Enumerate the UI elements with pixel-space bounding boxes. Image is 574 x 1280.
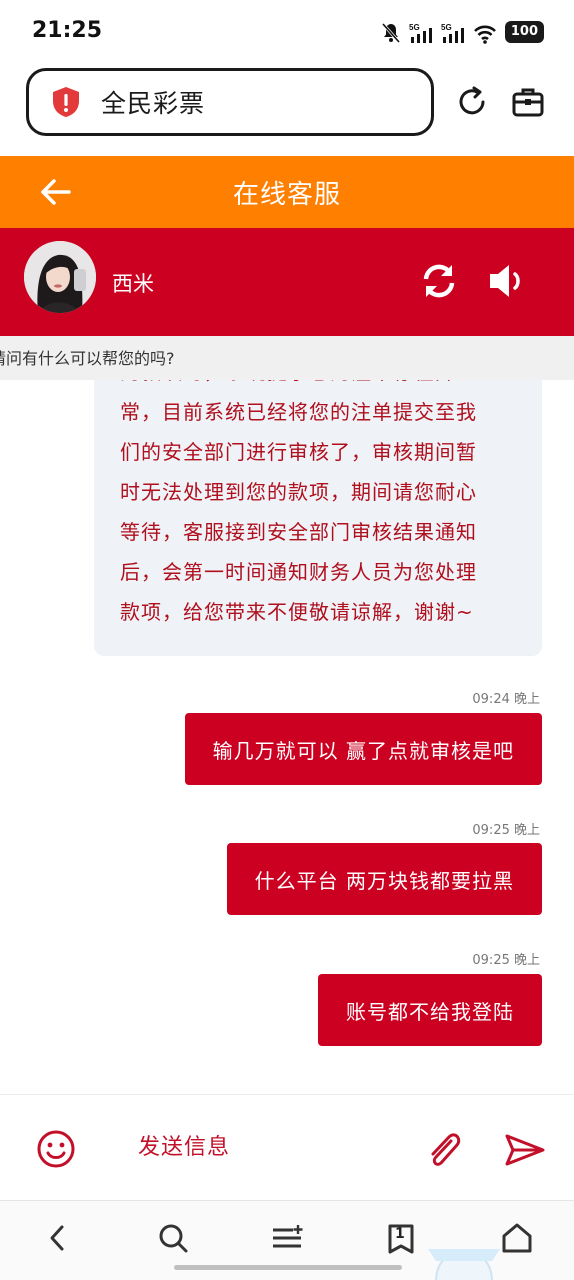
mute-bell-icon: [381, 20, 401, 44]
send-button[interactable]: [504, 1133, 546, 1167]
floating-assistant-icon[interactable]: [428, 1219, 500, 1280]
security-shield-icon[interactable]: [51, 85, 81, 119]
reload-button[interactable]: [454, 84, 490, 120]
sync-icon: [423, 264, 455, 298]
nav-menu-button[interactable]: [270, 1221, 304, 1255]
message-timestamp: 09:24 晚上: [472, 692, 540, 707]
toolbox-button[interactable]: [510, 84, 546, 120]
attach-button[interactable]: [424, 1127, 464, 1171]
message-input[interactable]: 发送信息: [138, 1129, 230, 1161]
status-time: 21:25: [32, 18, 103, 43]
browser-bottom-nav: 1: [0, 1200, 574, 1280]
notice-text: 请问有什么可以帮您的吗?: [0, 349, 175, 368]
agent-bar: 西米: [0, 228, 574, 336]
emoji-button[interactable]: [36, 1129, 76, 1169]
paperclip-icon: [431, 1133, 461, 1166]
nav-home-button[interactable]: [500, 1221, 534, 1255]
incoming-line: 等待，客服接到安全部门审核结果通知: [120, 520, 477, 544]
refresh-chat-button[interactable]: [420, 262, 458, 300]
incoming-line: 款项，给您带来不便敬请谅解，谢谢~: [120, 600, 474, 624]
signal-icon-2: 5G: [441, 20, 465, 44]
sound-toggle-button[interactable]: [488, 262, 528, 300]
nav-search-button[interactable]: [156, 1221, 190, 1255]
chat-area[interactable]: 的款项时，系统提示您的注单存在异 常，目前系统已经将您的注单提交至我 们的安全部…: [0, 380, 574, 1094]
incoming-line: 常，目前系统已经将您的注单提交至我: [120, 400, 477, 424]
incoming-message-text: 的款项时，系统提示您的注单存在异 常，目前系统已经将您的注单提交至我 们的安全部…: [120, 380, 516, 632]
outgoing-message-bubble[interactable]: 输几万就可以 赢了点就审核是吧: [184, 713, 542, 785]
toolbox-icon: [512, 88, 544, 117]
battery-indicator: 100: [504, 21, 544, 43]
message-timestamp: 09:25 晚上: [472, 823, 540, 838]
speaker-icon: [490, 265, 520, 297]
incoming-line: 们的安全部门进行审核了，审核期间暂: [120, 440, 477, 464]
chevron-left-icon: [50, 1225, 64, 1251]
gesture-home-indicator[interactable]: [174, 1265, 402, 1270]
incoming-line: 的款项时，系统提示您的注单存在异: [120, 380, 516, 392]
search-icon: [159, 1224, 188, 1253]
incoming-line: 后，会第一时间通知财务人员为您处理: [120, 560, 477, 584]
menu-icon: [273, 1225, 303, 1248]
home-icon: [502, 1223, 532, 1253]
status-bar: 21:25 5G 5G 100: [0, 0, 574, 64]
svg-text:5G: 5G: [441, 23, 452, 32]
reload-icon: [459, 86, 485, 115]
compose-bar: 发送信息: [0, 1094, 574, 1200]
agent-avatar: [24, 241, 96, 313]
nav-tabs-button[interactable]: 1: [384, 1221, 418, 1255]
outgoing-message-bubble[interactable]: 账号都不给我登陆: [318, 974, 542, 1046]
notice-marquee: 请问有什么可以帮您的吗?: [0, 336, 574, 380]
incoming-line: 时无法处理到您的款项，期间请您耐心: [120, 480, 477, 504]
page-header: 在线客服: [0, 156, 574, 228]
tab-count: 1: [395, 1226, 405, 1242]
address-text: 全民彩票: [101, 89, 206, 118]
outgoing-message-bubble[interactable]: 什么平台 两万块钱都要拉黑: [226, 843, 542, 915]
wifi-icon: [473, 20, 497, 44]
page-title: 在线客服: [232, 180, 341, 210]
send-icon: [505, 1134, 545, 1166]
incoming-message-bubble: 的款项时，系统提示您的注单存在异 常，目前系统已经将您的注单提交至我 们的安全部…: [94, 380, 542, 656]
svg-text:5G: 5G: [409, 23, 420, 32]
signal-icon-1: 5G: [409, 20, 433, 44]
app-screen: 21:25 5G 5G 100 全民彩票 在线客服 西米 请问有什么可以帮您的吗…: [0, 0, 574, 1280]
message-timestamp: 09:25 晚上: [472, 953, 540, 968]
status-icons: 5G 5G 100: [381, 20, 544, 44]
address-bar[interactable]: 全民彩票: [26, 68, 434, 136]
nav-back-button[interactable]: [40, 1221, 74, 1255]
agent-name: 西米: [112, 272, 154, 296]
smiley-icon: [37, 1130, 75, 1168]
